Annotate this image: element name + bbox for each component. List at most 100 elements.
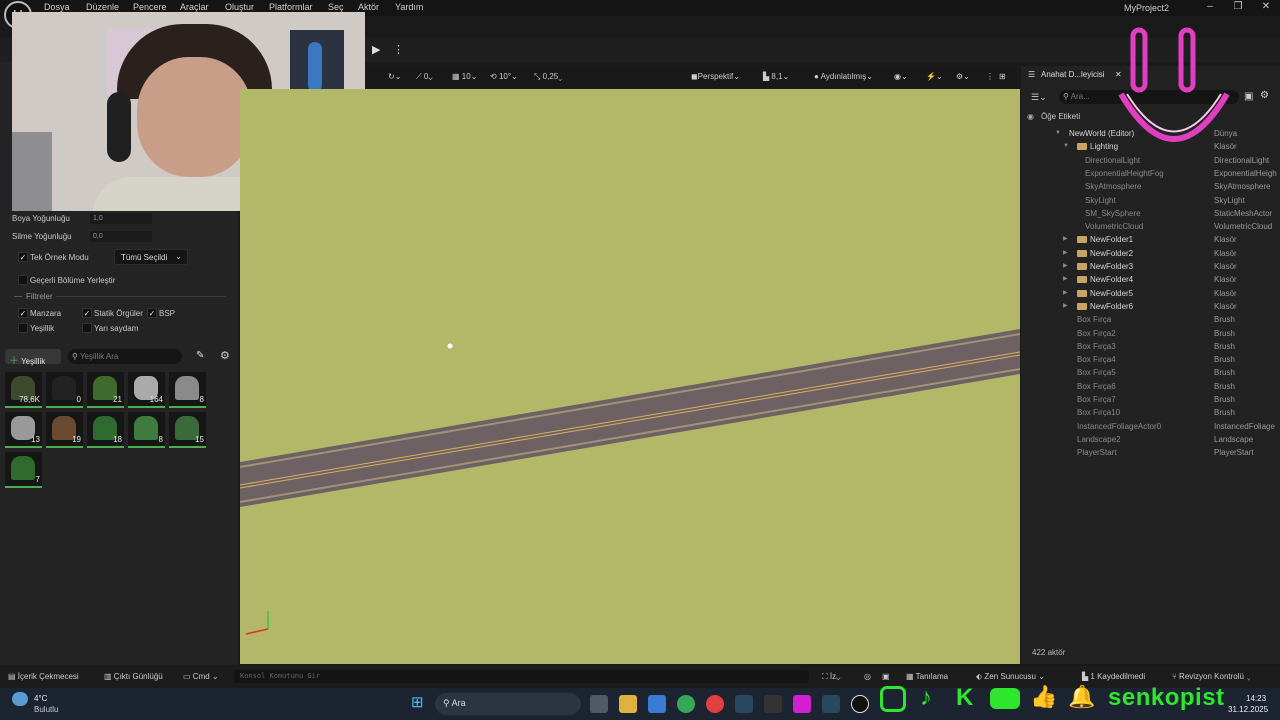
- level-viewport[interactable]: [240, 89, 1020, 664]
- outliner-tab[interactable]: Anahat D...leyicisi: [1041, 70, 1105, 79]
- rotate-icon[interactable]: ↻⌄: [388, 72, 401, 81]
- layout-icon[interactable]: ⊞: [999, 72, 1006, 81]
- menu-duzenle[interactable]: Düzenle: [86, 2, 119, 12]
- filter-translucent-checkbox[interactable]: [82, 323, 92, 333]
- expand-arrow-icon[interactable]: ▶: [1063, 273, 1068, 286]
- rock-tile[interactable]: 164: [128, 372, 165, 408]
- outliner-row[interactable]: Box Fırça4 Brush: [1021, 353, 1280, 366]
- outliner-row[interactable]: Box Fırça2 Brush: [1021, 327, 1280, 340]
- settings-icon[interactable]: ⚙⌄: [956, 72, 970, 81]
- outliner-row[interactable]: Box Fırça10 Brush: [1021, 406, 1280, 419]
- outliner-row[interactable]: Box Fırça6 Brush: [1021, 380, 1280, 393]
- menu-dosya[interactable]: Dosya: [44, 2, 70, 12]
- file-explorer-icon[interactable]: [619, 695, 637, 713]
- epic-games-icon[interactable]: [764, 695, 782, 713]
- place-current-checkbox[interactable]: [18, 275, 28, 285]
- outliner-row[interactable]: Box Fırça3 Brush: [1021, 340, 1280, 353]
- fir-tile[interactable]: 7: [5, 452, 42, 488]
- expand-arrow-icon[interactable]: ▶: [1063, 247, 1068, 260]
- task-view-icon[interactable]: [590, 695, 608, 713]
- more-icon[interactable]: ⋮: [986, 72, 994, 81]
- performance-icon[interactable]: ⚡⌄: [926, 72, 943, 81]
- revision-control-button[interactable]: ⑂ Revizyon Kontrolü ⌄: [1172, 672, 1251, 681]
- menu-pencere[interactable]: Pencere: [133, 2, 167, 12]
- grid-snap[interactable]: ▦ 10⌄: [452, 72, 477, 81]
- filter-landscape-checkbox[interactable]: ✓: [18, 308, 28, 318]
- filter-static-checkbox[interactable]: ✓: [82, 308, 92, 318]
- console-input[interactable]: Konsol Komutunu Gir: [234, 670, 809, 683]
- camera-icon[interactable]: ▣: [882, 672, 890, 681]
- outliner-row[interactable]: ▶ NewFolder3 Klasör: [1021, 260, 1280, 273]
- expand-arrow-icon[interactable]: ▶: [1063, 300, 1068, 313]
- single-instance-dropdown[interactable]: Tümü Seçildi ⌄: [114, 249, 188, 265]
- menu-aktor[interactable]: Aktör: [358, 2, 379, 12]
- perspective-dropdown[interactable]: ◼Perspektif⌄: [691, 72, 740, 81]
- stump-tile[interactable]: 19: [46, 412, 83, 448]
- small-tree-tile[interactable]: 15: [169, 412, 206, 448]
- app-pink-icon[interactable]: [793, 695, 811, 713]
- expand-arrow-icon[interactable]: ▼: [1055, 127, 1061, 140]
- erase-density-field[interactable]: 0,0: [90, 231, 152, 242]
- eye-icon[interactable]: ◉⌄: [894, 72, 908, 81]
- unsaved-button[interactable]: ▙ 1 Kaydedilmedi: [1082, 672, 1145, 681]
- view-mode-dropdown[interactable]: ● Aydınlatılmış⌄: [814, 72, 873, 81]
- pine-tile[interactable]: 18: [87, 412, 124, 448]
- content-drawer-button[interactable]: ▤ İçerik Çekmecesi: [8, 672, 79, 681]
- paint-brush-icon[interactable]: ✎: [196, 350, 204, 361]
- scale-snap[interactable]: ⤡ 0,25⌄: [534, 72, 562, 82]
- diagnostics-button[interactable]: ▦ Tanılama: [906, 672, 948, 681]
- rotation-snap[interactable]: ⟲ 10°⌄: [490, 72, 518, 81]
- menu-araclar[interactable]: Araçlar: [180, 2, 209, 12]
- expand-arrow-icon[interactable]: ▼: [1063, 140, 1069, 153]
- weed-tile[interactable]: 0: [46, 372, 83, 408]
- maximize-icon[interactable]: ❐: [1228, 1, 1248, 15]
- trace-button[interactable]: ⛶ İz⌄: [822, 672, 840, 682]
- filter-foliage-checkbox[interactable]: [18, 323, 28, 333]
- windows-start-icon[interactable]: ⊞: [411, 695, 427, 711]
- menu-platformlar[interactable]: Platformlar: [269, 2, 313, 12]
- angle-snap[interactable]: ⟋ 0⌄: [416, 72, 433, 82]
- minimize-icon[interactable]: –: [1200, 1, 1220, 15]
- outliner-row[interactable]: Landscape2 Landscape: [1021, 433, 1280, 446]
- filter-bsp-checkbox[interactable]: ✓: [147, 308, 157, 318]
- close-icon[interactable]: ✕: [1256, 1, 1276, 15]
- gear-icon[interactable]: ⚙: [220, 349, 230, 362]
- bush-tile[interactable]: 8: [128, 412, 165, 448]
- stone-tile[interactable]: 13: [5, 412, 42, 448]
- outliner-row[interactable]: ▶ NewFolder2 Klasör: [1021, 247, 1280, 260]
- outliner-row[interactable]: SkyAtmosphere SkyAtmosphere: [1021, 180, 1280, 193]
- outliner-row[interactable]: InstancedFoliageActor0 InstancedFoliage: [1021, 420, 1280, 433]
- outliner-row[interactable]: SM_SkySphere StaticMeshActor: [1021, 207, 1280, 220]
- menu-olustur[interactable]: Oluştur: [225, 2, 254, 12]
- record-icon[interactable]: ◎: [864, 672, 871, 681]
- outliner-row[interactable]: PlayerStart PlayerStart: [1021, 446, 1280, 459]
- boulder-tile[interactable]: 8: [169, 372, 206, 408]
- cmd-dropdown[interactable]: ▭ Cmd ⌄: [183, 672, 219, 681]
- grass-tile[interactable]: 78,6K: [5, 372, 42, 408]
- tree-tile[interactable]: 21: [87, 372, 124, 408]
- outliner-row[interactable]: ExponentialHeightFog ExponentialHeigh: [1021, 167, 1280, 180]
- single-instance-checkbox[interactable]: ✓: [18, 252, 28, 262]
- camera-speed[interactable]: ▙ 8,1⌄: [763, 72, 789, 81]
- expand-arrow-icon[interactable]: ▶: [1063, 260, 1068, 273]
- foliage-search-input[interactable]: ⚲ Yeşillik Ara: [68, 349, 182, 364]
- store-icon[interactable]: [648, 695, 666, 713]
- steam-icon-2[interactable]: [822, 695, 840, 713]
- outliner-row[interactable]: ▶ NewFolder4 Klasör: [1021, 273, 1280, 286]
- add-foliage-button[interactable]: ＋ Yeşillik: [5, 349, 61, 367]
- steam-icon[interactable]: [735, 695, 753, 713]
- add-folder-icon[interactable]: ▣: [1244, 91, 1253, 102]
- expand-arrow-icon[interactable]: ▶: [1063, 233, 1068, 246]
- outliner-row[interactable]: VolumetricCloud VolumetricCloud: [1021, 220, 1280, 233]
- outliner-row[interactable]: ▶ NewFolder6 Klasör: [1021, 300, 1280, 313]
- output-log-button[interactable]: ▥ Çıktı Günlüğü: [104, 672, 163, 681]
- menu-sec[interactable]: Seç: [328, 2, 344, 12]
- outliner-row[interactable]: Box Fırça Brush: [1021, 313, 1280, 326]
- more-options-icon[interactable]: ⋮: [393, 43, 404, 56]
- outliner-row[interactable]: Box Fırça7 Brush: [1021, 393, 1280, 406]
- chrome-icon[interactable]: [677, 695, 695, 713]
- taskbar-search[interactable]: ⚲ Ara: [435, 693, 581, 715]
- play-icon[interactable]: ▶: [372, 43, 386, 57]
- zen-server-button[interactable]: ⬖ Zen Sunucusu ⌄: [976, 672, 1045, 681]
- menu-yardim[interactable]: Yardım: [395, 2, 423, 12]
